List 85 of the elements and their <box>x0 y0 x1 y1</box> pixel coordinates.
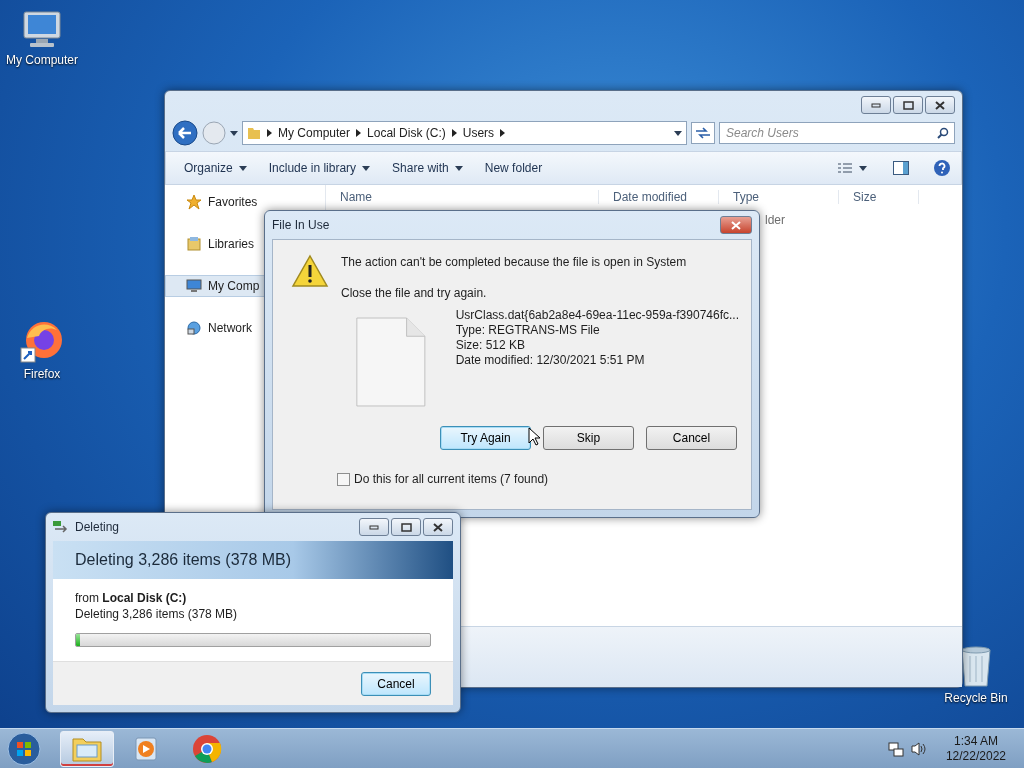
search-field[interactable]: Search Users <box>719 122 955 144</box>
desktop-icon-label[interactable]: Recycle Bin <box>944 691 1008 705</box>
window-title: Deleting <box>75 520 120 534</box>
status-text: Deleting 3,286 items (378 MB) <box>75 607 239 621</box>
dialog-button[interactable]: Skip <box>543 426 634 450</box>
minimize-button[interactable] <box>359 518 389 536</box>
header-text: Deleting 3,286 items (378 MB) <box>75 551 292 569</box>
minimize-icon <box>369 524 379 530</box>
file-detail: Size: 512 KB <box>455 338 527 353</box>
start-button[interactable] <box>4 730 44 767</box>
toolbar-button[interactable]: Organize <box>176 157 255 179</box>
caret-icon <box>238 165 247 171</box>
folder-icon <box>247 126 261 140</box>
preview-pane-icon[interactable] <box>893 161 909 175</box>
taskbar-app[interactable] <box>60 730 114 767</box>
checkbox-label: Do this for all current items (7 found) <box>354 472 549 486</box>
caret-icon <box>454 165 463 171</box>
toolbar-button[interactable]: New folder <box>476 157 551 179</box>
caret-icon <box>859 165 867 171</box>
close-button[interactable] <box>925 96 955 114</box>
close-icon <box>731 220 741 230</box>
file-detail: UsrClass.dat{6ab2a8e4-69ea-11ec-959a-f390746fc... <box>455 308 739 323</box>
dialog-button[interactable]: Try Again <box>440 426 531 450</box>
search-icon <box>937 127 949 139</box>
start-orb-icon <box>6 730 42 767</box>
chevron-icon <box>356 129 362 137</box>
desktop-icon-label[interactable]: My Computer <box>6 53 78 67</box>
close-icon <box>433 522 443 532</box>
view-options-icon[interactable] <box>837 162 853 174</box>
table-cell-text: lder <box>765 213 786 227</box>
breadcrumb-item[interactable]: My Computer <box>278 126 351 140</box>
chevron-icon <box>451 129 457 137</box>
library-icon <box>186 236 202 252</box>
speaker-icon[interactable] <box>909 740 926 757</box>
star-icon <box>186 194 202 210</box>
message-text: Close the file and try again. <box>341 286 488 300</box>
caret-icon <box>362 165 371 171</box>
file-detail: Date modified: 12/30/2021 5:51 PM <box>455 353 646 368</box>
window-title: File In Use <box>272 218 330 232</box>
desktop-icon-label[interactable]: Firefox <box>23 367 61 381</box>
source-text: from Local Disk (C:) <box>75 591 188 605</box>
delete-progress-icon <box>53 520 69 534</box>
nav-item[interactable]: Favorites <box>165 191 325 213</box>
toolbar-button[interactable]: Include in library <box>260 157 379 179</box>
maximize-button[interactable] <box>893 96 923 114</box>
maximize-icon <box>400 522 412 532</box>
network-icon <box>186 320 202 336</box>
minimize-button[interactable] <box>861 96 891 114</box>
column-header[interactable]: Name <box>326 190 599 204</box>
maximize-button[interactable] <box>391 518 421 536</box>
caret-icon <box>230 130 238 136</box>
media-player-icon <box>134 735 160 762</box>
chevron-icon <box>500 129 506 137</box>
maximize-icon <box>902 100 914 110</box>
close-icon <box>935 100 945 110</box>
back-button[interactable] <box>172 120 198 146</box>
checkbox[interactable] <box>337 472 350 486</box>
file-detail: Type: REGTRANS-MS File <box>455 323 601 338</box>
cancel-button[interactable]: Cancel <box>361 671 431 696</box>
refresh-icon[interactable] <box>691 122 715 144</box>
computer-icon <box>20 10 64 50</box>
computer-icon <box>186 278 202 294</box>
clock-time: 1:34 AM <box>953 733 998 749</box>
mouse-pointer-icon <box>528 427 542 447</box>
nav-item[interactable]: Libraries <box>165 233 325 255</box>
breadcrumb-item[interactable]: Local Disk (C:) <box>367 126 446 140</box>
warning-icon <box>291 254 329 288</box>
dialog-button[interactable]: Cancel <box>646 426 737 450</box>
toolbar-button[interactable]: Share with <box>384 157 471 179</box>
clock-date: 12/22/2022 <box>945 748 1006 764</box>
minimize-icon <box>871 102 881 108</box>
column-header[interactable]: Date modified <box>599 190 719 204</box>
column-header[interactable]: Size <box>839 190 919 204</box>
address-bar[interactable]: My Computer Local Disk (C:) Users <box>242 121 687 145</box>
message-text: The action can't be completed because the file is open in System <box>341 255 687 269</box>
caret-icon <box>674 130 682 136</box>
column-header[interactable]: Type <box>719 190 839 204</box>
breadcrumb-item[interactable]: Users <box>462 126 495 140</box>
close-button[interactable] <box>423 518 453 536</box>
network-icon[interactable] <box>887 740 904 757</box>
help-icon[interactable] <box>933 159 951 177</box>
chevron-icon <box>267 129 272 137</box>
nav-item[interactable]: Network <box>165 317 325 339</box>
clock[interactable]: 1:34 AM 12/22/2022 <box>945 733 1006 764</box>
chrome-icon <box>192 733 222 764</box>
